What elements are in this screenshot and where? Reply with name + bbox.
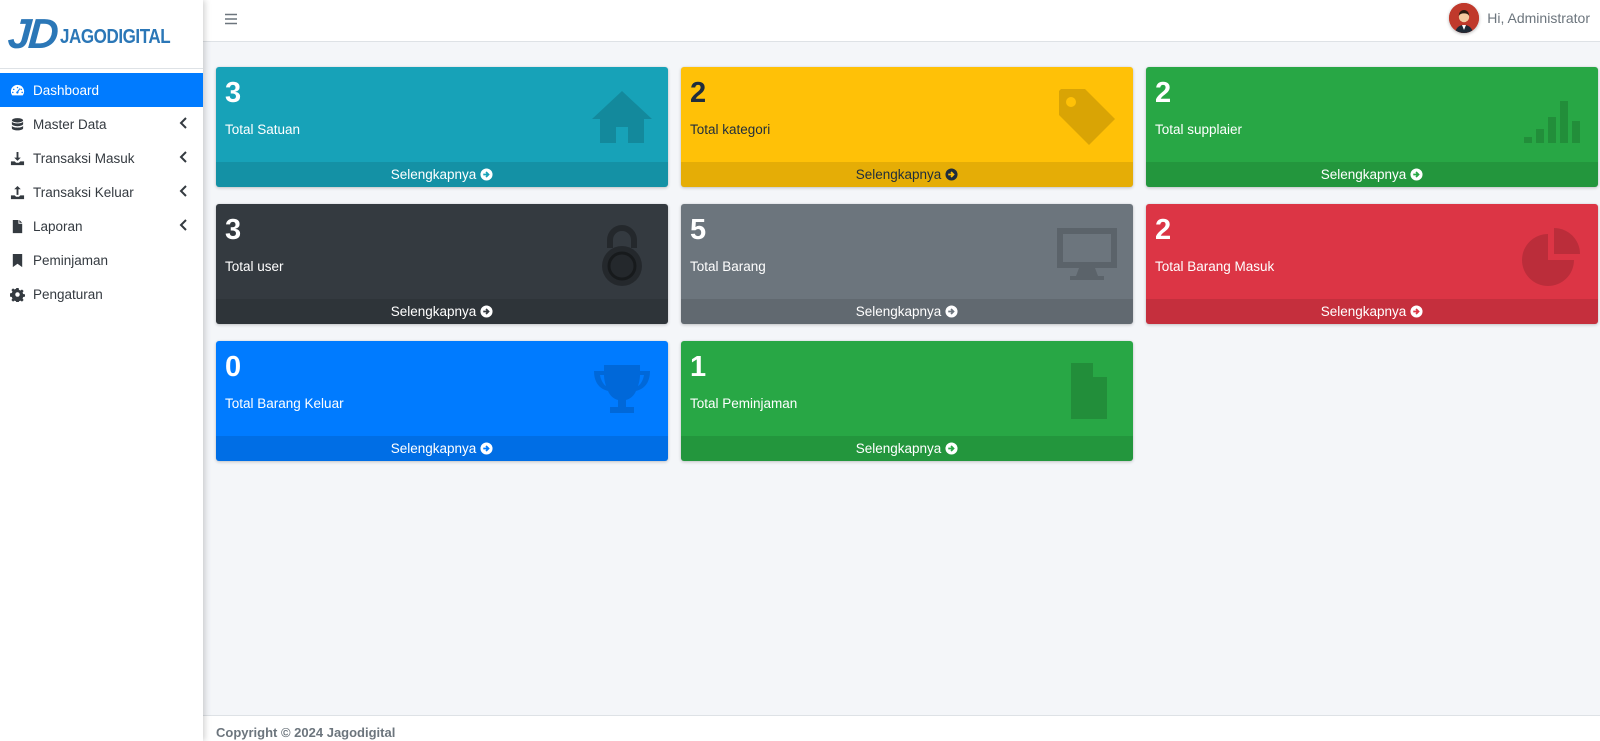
bookmark-icon	[8, 251, 26, 269]
arrow-circle-right-icon	[945, 168, 958, 181]
stat-label: Total supplaier	[1155, 122, 1243, 137]
sidebar-item-label: Laporan	[33, 218, 83, 234]
stat-label: Total Peminjaman	[690, 396, 798, 411]
file-icon	[8, 217, 26, 235]
tachometer-icon	[8, 81, 26, 99]
bar-chart-icon	[1524, 101, 1580, 143]
user-menu[interactable]: Hi, Administrator	[1449, 1, 1590, 35]
sidebar-item-label: Transaksi Keluar	[33, 184, 134, 200]
more-info-link[interactable]: Selengkapnya	[216, 299, 668, 324]
trophy-icon	[594, 365, 650, 413]
stat-value: 2	[1155, 214, 1172, 246]
stat-box-total-barang: 5 Total Barang Selengkapnya	[681, 204, 1133, 324]
brand-logo[interactable]: JD JAGODIGITAL	[0, 0, 203, 69]
more-info-link[interactable]: Selengkapnya	[1146, 299, 1598, 324]
stat-label: Total Barang Keluar	[225, 396, 344, 411]
arrow-circle-right-icon	[1410, 305, 1423, 318]
more-info-label: Selengkapnya	[390, 167, 477, 182]
sidebar-item-label: Master Data	[33, 116, 107, 132]
logo-mark: JD	[6, 10, 58, 57]
sidebar-item-transaksi-keluar[interactable]: Transaksi Keluar	[0, 175, 203, 209]
sidebar: JD JAGODIGITAL Dashboard Master Data Tra…	[0, 0, 203, 741]
more-info-label: Selengkapnya	[1320, 167, 1407, 182]
more-info-link[interactable]: Selengkapnya	[681, 436, 1133, 461]
stat-value: 5	[690, 214, 707, 246]
stat-value: 2	[1155, 77, 1172, 109]
download-icon	[8, 149, 26, 167]
stat-label: Total user	[225, 259, 284, 274]
page-footer: Copyright © 2024 Jagodigital	[203, 715, 1600, 741]
arrow-circle-right-icon	[945, 305, 958, 318]
gear-icon	[8, 285, 26, 303]
stat-box-total-barang-masuk: 2 Total Barang Masuk Selengkapnya	[1146, 204, 1598, 324]
more-info-link[interactable]: Selengkapnya	[681, 162, 1133, 187]
pie-chart-icon	[1522, 228, 1580, 286]
stat-value: 0	[225, 351, 242, 383]
sidebar-item-label: Dashboard	[33, 82, 100, 98]
more-info-link[interactable]: Selengkapnya	[1146, 162, 1598, 187]
more-info-link[interactable]: Selengkapnya	[216, 436, 668, 461]
arrow-circle-right-icon	[480, 305, 493, 318]
stat-label: Total Barang	[690, 259, 766, 274]
stat-value: 3	[225, 77, 242, 109]
stat-label: Total Barang Masuk	[1155, 259, 1275, 274]
more-info-link[interactable]: Selengkapnya	[681, 299, 1133, 324]
stat-box-total-kategori: 2 Total kategori Selengkapnya	[681, 67, 1133, 187]
stat-box-total-peminjaman: 1 Total Peminjaman Selengkapnya	[681, 341, 1133, 461]
home-icon	[592, 91, 652, 143]
document-icon	[1071, 363, 1107, 419]
more-info-label: Selengkapnya	[855, 167, 942, 182]
lock-icon	[602, 225, 642, 286]
chevron-left-icon	[179, 117, 187, 129]
sidebar-item-transaksi-masuk[interactable]: Transaksi Masuk	[0, 141, 203, 175]
sidebar-item-laporan[interactable]: Laporan	[0, 209, 203, 243]
tag-icon	[1059, 89, 1115, 145]
sidebar-item-master-data[interactable]: Master Data	[0, 107, 203, 141]
more-info-label: Selengkapnya	[855, 441, 942, 456]
stat-box-total-satuan: 3 Total Satuan Selengkapnya	[216, 67, 668, 187]
stat-value: 2	[690, 77, 707, 109]
sidebar-item-label: Peminjaman	[33, 252, 109, 268]
sidebar-item-pengaturan[interactable]: Pengaturan	[0, 277, 203, 311]
more-info-label: Selengkapnya	[1320, 304, 1407, 319]
stat-value: 3	[225, 214, 242, 246]
top-navbar: Hi, Administrator	[203, 0, 1600, 42]
arrow-circle-right-icon	[945, 442, 958, 455]
copyright-text: Copyright © 2024 Jagodigital	[216, 725, 396, 740]
arrow-circle-right-icon	[1410, 168, 1423, 181]
sidebar-nav: Dashboard Master Data Transaksi Masuk Tr…	[0, 73, 203, 311]
sidebar-item-label: Pengaturan	[33, 286, 103, 302]
chevron-left-icon	[179, 151, 187, 163]
hamburger-icon[interactable]	[223, 11, 239, 27]
logo-text: JAGODIGITAL	[59, 25, 171, 48]
chevron-left-icon	[179, 185, 187, 197]
sidebar-item-label: Transaksi Masuk	[33, 150, 135, 166]
stat-box-total-barang-keluar: 0 Total Barang Keluar Selengkapnya	[216, 341, 668, 461]
more-info-link[interactable]: Selengkapnya	[216, 162, 668, 187]
desktop-icon	[1057, 228, 1117, 280]
more-info-label: Selengkapnya	[390, 304, 477, 319]
arrow-circle-right-icon	[480, 442, 493, 455]
stat-label: Total kategori	[690, 122, 771, 137]
user-greeting: Hi, Administrator	[1487, 10, 1590, 26]
avatar	[1449, 3, 1480, 33]
more-info-label: Selengkapnya	[855, 304, 942, 319]
stat-value: 1	[690, 351, 707, 383]
chevron-left-icon	[179, 219, 187, 231]
upload-icon	[8, 183, 26, 201]
sidebar-item-peminjaman[interactable]: Peminjaman	[0, 243, 203, 277]
stat-label: Total Satuan	[225, 122, 301, 137]
stat-box-total-supplaier: 2 Total supplaier Selengkapnya	[1146, 67, 1598, 187]
stat-box-total-user: 3 Total user Selengkapnya	[216, 204, 668, 324]
more-info-label: Selengkapnya	[390, 441, 477, 456]
arrow-circle-right-icon	[480, 168, 493, 181]
sidebar-item-dashboard[interactable]: Dashboard	[0, 73, 203, 107]
database-icon	[8, 115, 26, 133]
